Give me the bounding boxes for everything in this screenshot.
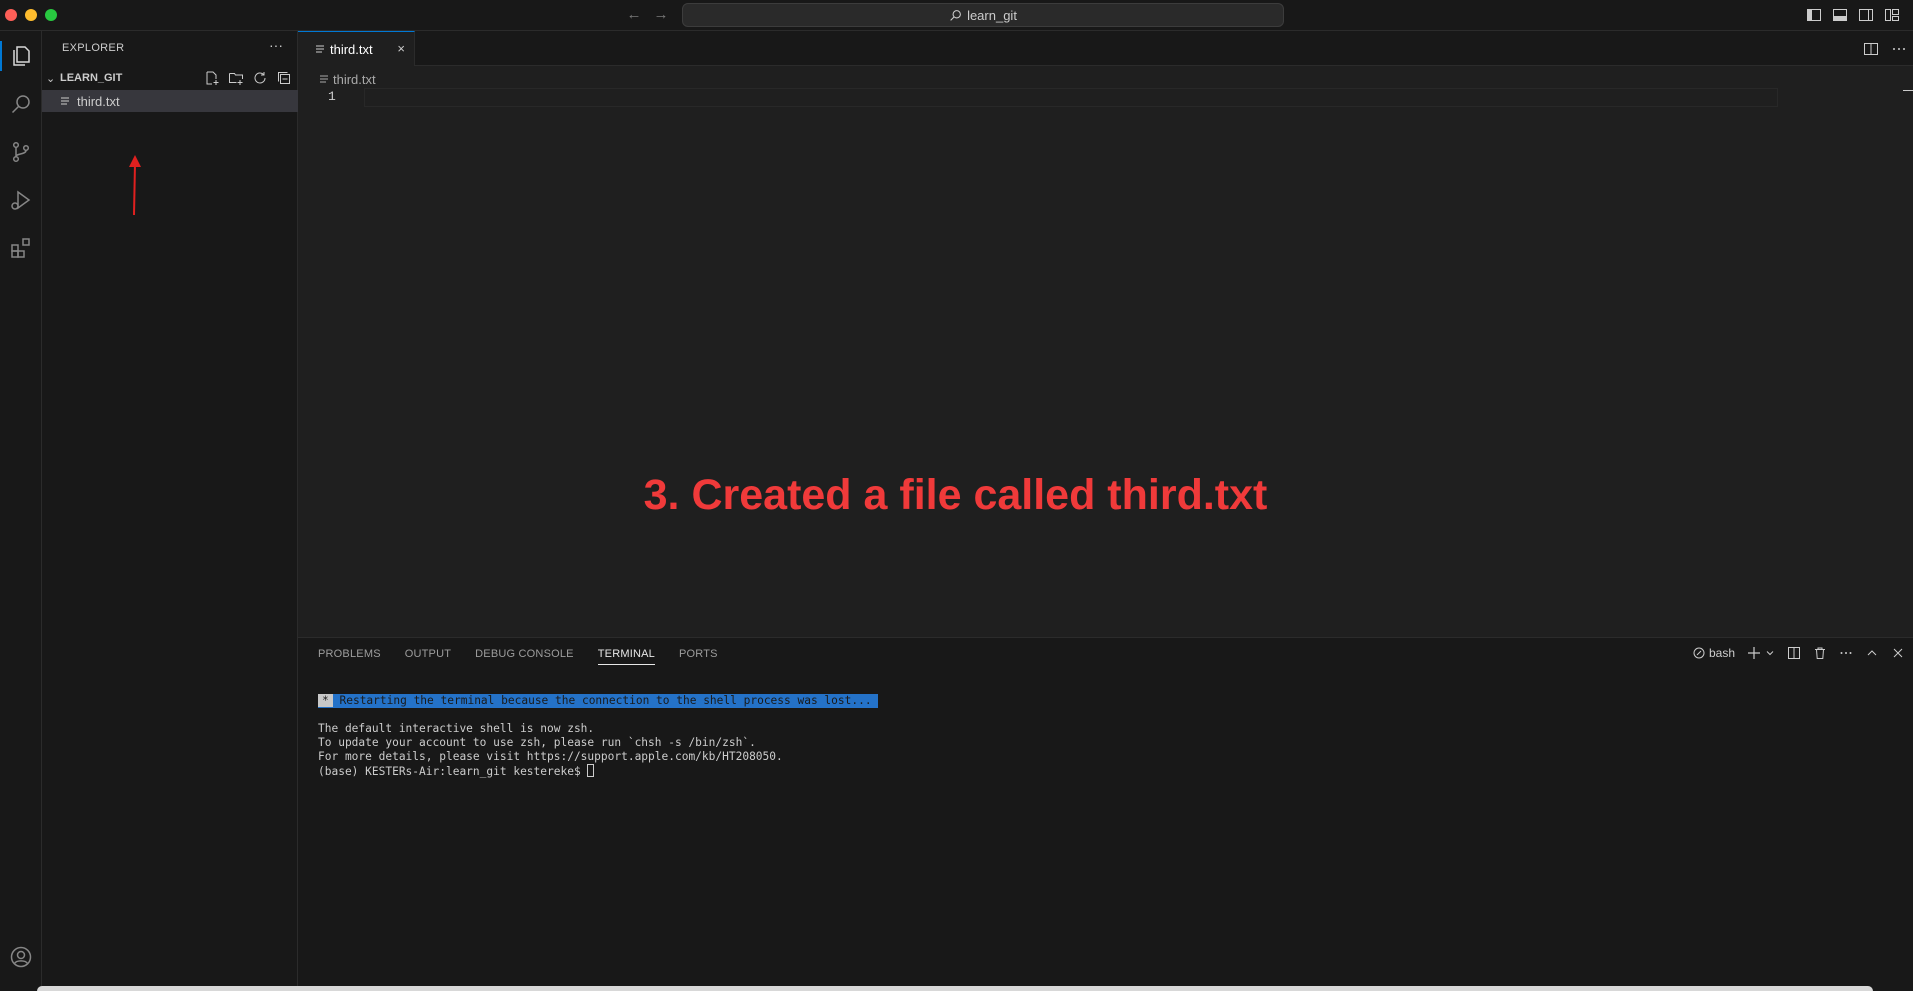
tab-output[interactable]: OUTPUT: [405, 644, 451, 665]
tab-third-txt[interactable]: third.txt ×: [298, 31, 415, 66]
command-center-search[interactable]: learn_git: [682, 3, 1284, 27]
more-actions-icon[interactable]: [1891, 41, 1907, 57]
new-folder-icon[interactable]: [228, 70, 244, 86]
file-name: third.txt: [77, 93, 120, 109]
file-lines-icon: [316, 45, 324, 53]
tab-debug-console[interactable]: DEBUG CONSOLE: [475, 644, 574, 665]
bottom-panel: PROBLEMS OUTPUT DEBUG CONSOLE TERMINAL P…: [298, 637, 1913, 991]
folder-name: LEARN_GIT: [60, 72, 123, 84]
file-item-third-txt[interactable]: third.txt: [42, 90, 298, 112]
close-window-button[interactable]: [5, 9, 17, 21]
account-icon: [10, 946, 32, 968]
split-terminal-icon[interactable]: [1787, 646, 1801, 660]
shell-label: bash: [1708, 646, 1735, 660]
new-file-icon[interactable]: [204, 70, 220, 86]
search-icon: [950, 9, 961, 21]
annotation-caption: 3. Created a file called third.txt: [643, 471, 1268, 519]
terminal-shell-selector[interactable]: bash: [1693, 646, 1735, 660]
sidebar-more-icon[interactable]: ···: [269, 37, 283, 53]
file-lines-icon: [61, 97, 69, 105]
tab-ports[interactable]: PORTS: [679, 644, 718, 665]
zoom-window-button[interactable]: [45, 9, 57, 21]
more-actions-icon[interactable]: [1839, 646, 1853, 660]
back-arrow-icon[interactable]: ←: [624, 6, 644, 24]
overview-ruler-mark: [1903, 90, 1913, 91]
close-panel-icon[interactable]: [1891, 646, 1905, 660]
search-activity[interactable]: [0, 83, 42, 125]
minimize-window-button[interactable]: [25, 9, 37, 21]
restart-star: *: [318, 694, 333, 707]
chevron-down-icon[interactable]: [1765, 648, 1775, 658]
extensions-activity[interactable]: [0, 227, 42, 269]
explorer-activity[interactable]: [0, 35, 42, 77]
panel-actions: bash: [1693, 646, 1905, 660]
tab-problems[interactable]: PROBLEMS: [318, 644, 381, 665]
terminal-output[interactable]: * Restarting the terminal because the co…: [318, 694, 879, 779]
breadcrumb-file: third.txt: [333, 71, 376, 87]
editor-tab-bar: third.txt ×: [298, 31, 1913, 66]
run-debug-icon: [11, 190, 31, 210]
source-control-icon: [12, 141, 30, 163]
terminal-bash-icon: [1693, 647, 1705, 659]
activity-bar: [0, 31, 42, 991]
accounts-activity[interactable]: [0, 936, 42, 978]
trash-icon[interactable]: [1813, 646, 1827, 660]
file-lines-icon: [320, 75, 328, 83]
chevron-down-icon: ⌄: [46, 72, 56, 85]
toggle-secondary-sidebar-icon[interactable]: [1858, 7, 1874, 23]
explorer-sidebar: EXPLORER ··· ⌄ LEARN_GIT third.txt: [42, 31, 298, 991]
files-icon: [13, 46, 30, 66]
terminal-prompt: (base) KESTERs-Air:learn_git kestereke$: [318, 765, 588, 778]
folder-section-header[interactable]: ⌄ LEARN_GIT: [42, 67, 298, 89]
terminal-line: To update your account to use zsh, pleas…: [318, 736, 756, 749]
workspace-name: learn_git: [967, 7, 1017, 23]
forward-arrow-icon[interactable]: →: [651, 6, 671, 24]
terminal-cursor: [587, 764, 595, 777]
toggle-panel-icon[interactable]: [1832, 7, 1848, 23]
extensions-icon: [11, 238, 30, 258]
terminal-line: The default interactive shell is now zsh…: [318, 722, 595, 735]
tab-terminal[interactable]: TERMINAL: [597, 644, 655, 665]
collapse-all-icon[interactable]: [276, 70, 292, 86]
refresh-icon[interactable]: [252, 70, 268, 86]
sidebar-title: EXPLORER: [62, 42, 125, 54]
customize-layout-icon[interactable]: [1884, 7, 1900, 23]
title-bar: ← → learn_git: [0, 0, 1913, 31]
close-tab-icon[interactable]: ×: [397, 41, 405, 56]
terminal-line: For more details, please visit https://s…: [318, 750, 783, 763]
toggle-primary-sidebar-icon[interactable]: [1806, 7, 1822, 23]
window-bottom-edge: [37, 986, 1873, 991]
maximize-panel-icon[interactable]: [1865, 646, 1879, 660]
source-control-activity[interactable]: [0, 131, 42, 173]
split-editor-icon[interactable]: [1863, 41, 1879, 57]
restart-message: Restarting the terminal because the conn…: [332, 694, 879, 707]
breadcrumb[interactable]: third.txt: [318, 70, 376, 88]
editor-text-area[interactable]: [364, 88, 1778, 107]
tab-label: third.txt: [330, 41, 373, 57]
line-number: 1: [328, 89, 336, 104]
annotation-arrow: [129, 155, 141, 216]
run-debug-activity[interactable]: [0, 179, 42, 221]
editor-area: third.txt × third.txt 1 3. Created a fil…: [298, 31, 1913, 637]
terminal-restart-banner: * Restarting the terminal because the co…: [318, 694, 879, 708]
panel-tabs: PROBLEMS OUTPUT DEBUG CONSOLE TERMINAL P…: [318, 644, 742, 665]
search-icon: [11, 95, 30, 114]
new-terminal-icon[interactable]: [1747, 646, 1761, 660]
